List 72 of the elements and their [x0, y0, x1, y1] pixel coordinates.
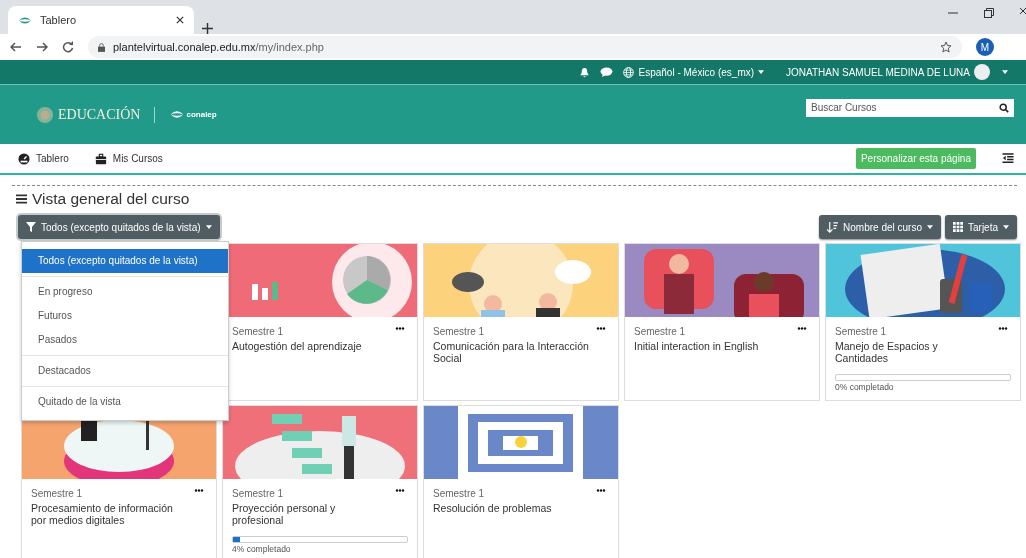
course-category: Semestre 1 — [232, 488, 284, 499]
profile-avatar[interactable]: M — [976, 38, 994, 56]
site-icon — [18, 15, 32, 25]
star-icon[interactable] — [940, 41, 952, 53]
collapse-menu-icon[interactable] — [1002, 153, 1014, 164]
avatar-icon — [974, 64, 990, 80]
restore-icon[interactable] — [984, 8, 994, 18]
dashboard-icon — [18, 152, 30, 165]
course-title[interactable]: Comunicación para la Interacción Social — [433, 340, 609, 364]
course-category: Semestre 1 — [634, 326, 686, 337]
course-card[interactable]: Semestre 1 Initial interaction in English — [624, 243, 820, 401]
course-category: Semestre 1 — [433, 488, 485, 499]
new-tab-icon[interactable] — [202, 23, 213, 34]
course-category: Semestre 1 — [31, 488, 83, 499]
caret-icon — [927, 225, 933, 229]
course-title[interactable]: Manejo de Espacios y Cantidades — [835, 340, 1011, 364]
sort-icon — [827, 221, 839, 233]
view-dropdown[interactable]: Tarjeta — [945, 215, 1017, 239]
close-icon[interactable] — [176, 16, 184, 24]
more-icon[interactable] — [596, 327, 606, 330]
grid-icon — [953, 222, 963, 232]
filter-icon — [26, 222, 36, 232]
globe-icon — [623, 66, 635, 78]
menu-item[interactable]: Todos (excepto quitados de la vista) — [22, 249, 228, 273]
more-icon[interactable] — [596, 489, 606, 492]
forward-icon[interactable] — [36, 41, 48, 53]
browser-tab[interactable]: Tablero — [8, 6, 194, 34]
more-icon[interactable] — [395, 327, 405, 330]
section-title: Vista general del curso — [32, 190, 190, 208]
menu-icon[interactable] — [16, 194, 27, 204]
logo-text: EDUCACIÓN — [58, 106, 141, 123]
progress-label: 0% completado — [835, 382, 894, 392]
search-icon[interactable] — [999, 102, 1009, 113]
progress-label: 4% completado — [232, 544, 291, 554]
lock-icon — [98, 42, 105, 52]
caret-icon — [205, 225, 212, 229]
brand-text: conalep — [186, 110, 217, 119]
nav-link[interactable]: Tablero — [18, 152, 69, 165]
tab-title: Tablero — [40, 14, 78, 26]
reload-icon[interactable] — [62, 41, 74, 53]
course-title[interactable]: Procesamiento de información por medios digitales — [31, 502, 207, 526]
emblem-icon — [36, 105, 54, 124]
nav-link[interactable]: Mis Cursos — [94, 152, 163, 165]
course-category: Semestre 1 — [433, 326, 485, 337]
search-field[interactable]: Buscar Cursos — [806, 98, 1014, 117]
course-title[interactable]: Autogestión del aprendizaje — [232, 340, 408, 352]
more-icon[interactable] — [395, 489, 405, 492]
more-icon[interactable] — [194, 489, 204, 492]
more-icon[interactable] — [797, 327, 807, 330]
course-card[interactable]: Semestre 1 Resolución de problemas — [423, 405, 619, 558]
more-icon[interactable] — [998, 327, 1008, 330]
sort-dropdown[interactable]: Nombre del curso — [819, 215, 941, 239]
bell-icon[interactable] — [579, 66, 591, 78]
url-text: plantelvirtual.conalep.edu.mx/my/index.php — [113, 41, 324, 53]
filter-dropdown[interactable]: Todos (excepto quitados de la vista) — [18, 215, 220, 239]
course-category: Semestre 1 — [232, 326, 284, 337]
caret-icon — [758, 70, 765, 74]
address-bar[interactable]: plantelvirtual.conalep.edu.mx/my/index.php — [88, 36, 962, 58]
course-title[interactable]: Proyección personal y profesional — [232, 502, 408, 526]
course-title[interactable]: Resolución de problemas — [433, 502, 609, 514]
user-menu[interactable]: JONATHAN SAMUEL MEDINA DE LUNA — [786, 64, 1008, 80]
language-menu[interactable]: Español - México (es_mx) — [623, 66, 765, 78]
briefcase-icon — [94, 152, 107, 165]
chat-icon[interactable] — [600, 66, 614, 78]
course-card[interactable]: Semestre 1 Manejo de Espacios y Cantidades 0% completado — [825, 243, 1021, 401]
caret-icon — [1002, 70, 1008, 74]
course-category: Semestre 1 — [835, 326, 887, 337]
course-card[interactable]: Semestre 1 Comunicación para la Interacción Social — [423, 243, 619, 401]
course-title[interactable]: Initial interaction in English — [634, 340, 810, 352]
course-card[interactable]: Semestre 1 Proyección personal y profesional 4% completado — [222, 405, 418, 558]
back-icon[interactable] — [10, 41, 22, 53]
caret-icon — [1003, 225, 1009, 229]
